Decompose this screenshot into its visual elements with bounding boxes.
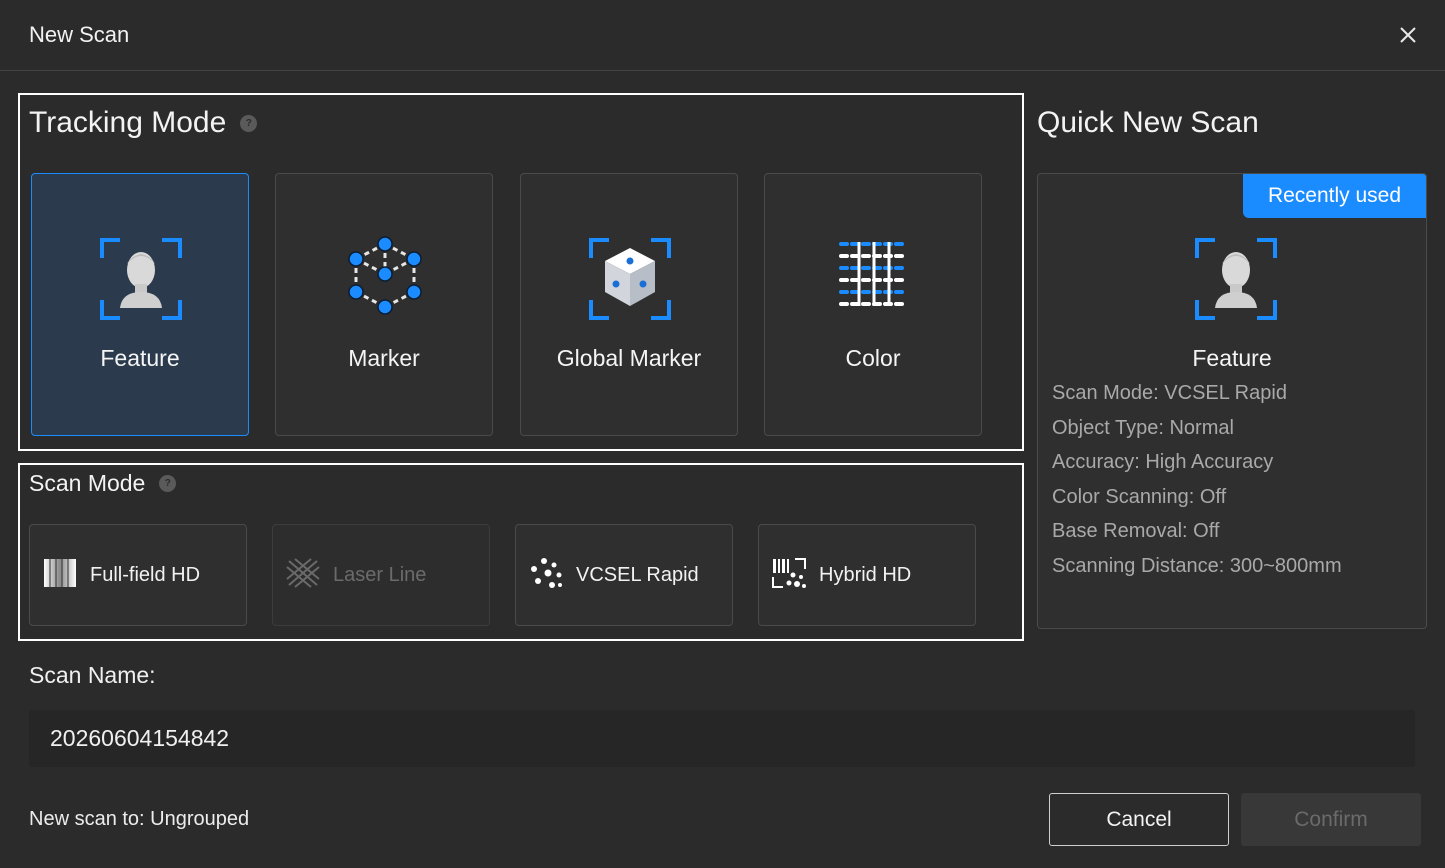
bust-icon	[1191, 234, 1281, 324]
quick-detail-base-removal: Base Removal: Off	[1052, 520, 1220, 543]
scan-mode-label: Laser Line	[333, 563, 427, 586]
recently-used-badge: Recently used	[1243, 174, 1426, 218]
help-icon[interactable]: ?	[159, 475, 177, 492]
quick-details: Scan Mode: VCSEL Rapid Object Type: Norm…	[1052, 382, 1342, 590]
dots-icon	[528, 557, 564, 594]
scan-mode-heading: Scan Mode ?	[29, 470, 177, 497]
tracking-mode-label: Feature	[100, 345, 180, 371]
title-bar: New Scan	[0, 0, 1445, 71]
tracking-mode-label: Marker	[348, 345, 420, 371]
quick-new-scan-title: Quick New Scan	[1037, 106, 1259, 139]
tracking-mode-title: Tracking Mode	[29, 106, 227, 139]
quick-detail-color-scanning: Color Scanning: Off	[1052, 485, 1227, 508]
dialog-title: New Scan	[29, 22, 130, 47]
new-scan-dialog: New Scan Tracking Mode ? Feature Marker …	[0, 0, 1445, 868]
confirm-button[interactable]: Confirm	[1241, 793, 1421, 846]
tracking-mode-marker[interactable]: Marker	[275, 173, 493, 436]
cancel-button[interactable]: Cancel	[1049, 793, 1229, 846]
scan-name-input[interactable]	[29, 710, 1415, 767]
scan-name-label: Scan Name:	[29, 662, 156, 688]
scan-mode-full-field-hd[interactable]: Full-field HD	[29, 524, 247, 626]
laser-cross-icon	[285, 557, 321, 594]
tracking-mode-label: Global Marker	[556, 345, 702, 371]
tracking-mode-global-marker[interactable]: Global Marker	[520, 173, 738, 436]
tracking-mode-feature[interactable]: Feature	[31, 173, 249, 436]
quick-new-scan-card[interactable]: Recently used Feature Scan Mode: VCSEL R…	[1037, 173, 1427, 629]
scan-mode-laser-line[interactable]: Laser Line	[272, 524, 490, 626]
cube-icon	[585, 234, 675, 324]
fullfield-icon	[42, 557, 78, 594]
quick-detail-scan-mode: Scan Mode: VCSEL Rapid	[1052, 382, 1287, 404]
help-icon[interactable]: ?	[240, 114, 258, 132]
scan-mode-label: VCSEL Rapid	[576, 563, 699, 586]
scan-mode-vcsel-rapid[interactable]: VCSEL Rapid	[515, 524, 733, 626]
quick-detail-object-type: Object Type: Normal	[1052, 416, 1234, 439]
marker-network-icon	[340, 234, 430, 324]
scan-mode-label: Full-field HD	[90, 563, 201, 586]
scan-mode-label: Hybrid HD	[819, 563, 912, 586]
new-scan-to-group[interactable]: New scan to: Ungrouped	[29, 808, 249, 831]
scan-mode-title: Scan Mode	[29, 470, 146, 496]
quick-detail-scanning-distance: Scanning Distance: 300~800mm	[1052, 554, 1342, 577]
hybrid-icon	[771, 557, 807, 594]
quick-detail-accuracy: Accuracy: High Accuracy	[1052, 451, 1274, 474]
close-icon[interactable]	[1397, 24, 1419, 46]
quick-tracking-mode: Feature	[1192, 345, 1272, 371]
color-grid-icon	[829, 234, 919, 324]
tracking-mode-label: Color	[845, 345, 901, 371]
scan-mode-hybrid-hd[interactable]: Hybrid HD	[758, 524, 976, 626]
tracking-mode-heading: Tracking Mode ?	[29, 106, 258, 140]
tracking-mode-color[interactable]: Color	[764, 173, 982, 436]
bust-icon	[96, 234, 186, 324]
